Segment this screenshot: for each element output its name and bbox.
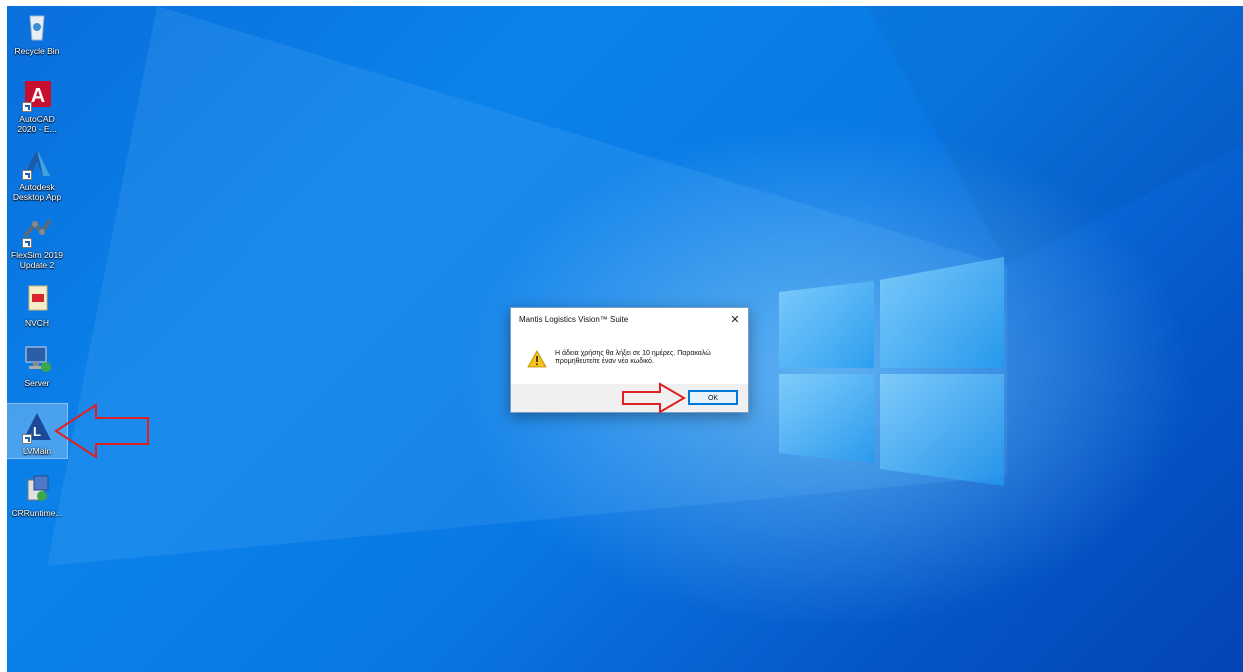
pdf-file-icon [20, 282, 54, 316]
desktop-icon-server[interactable]: Server [7, 342, 67, 388]
recycle-bin-icon [20, 10, 54, 44]
warning-icon [527, 350, 547, 368]
shortcut-arrow-icon [22, 434, 32, 444]
icon-label: LVMain [22, 446, 52, 456]
lvmain-icon: L [20, 410, 54, 444]
dialog-titlebar[interactable]: Mantis Logistics Vision™ Suite ✕ [511, 308, 748, 332]
dialog-message: Η άδεια χρήσης θα λήξει σε 10 ημέρες. Πα… [555, 350, 711, 365]
desktop-icon-flexsim[interactable]: FlexSim 2019 Update 2 [7, 214, 67, 270]
desktop-icon-nvch[interactable]: NVCH [7, 282, 67, 328]
icon-label: FlexSim 2019 Update 2 [11, 250, 63, 270]
autocad-icon: A [20, 78, 54, 112]
icon-label: NVCH [24, 318, 50, 328]
dialog-footer: OK [511, 384, 748, 412]
message-box-dialog: Mantis Logistics Vision™ Suite ✕ Η άδεια… [510, 307, 749, 413]
icon-label: Server [24, 378, 50, 388]
shortcut-arrow-icon [22, 238, 32, 248]
svg-text:A: A [31, 85, 45, 107]
desktop-icon-autocad[interactable]: A AutoCAD 2020 - E... [7, 78, 67, 134]
close-button[interactable]: ✕ [728, 313, 742, 327]
icon-label: Autodesk Desktop App [12, 182, 62, 202]
ok-button[interactable]: OK [688, 390, 738, 405]
icon-label: CRRuntime... [11, 508, 63, 518]
dialog-body: Η άδεια χρήσης θα λήξει σε 10 ημέρες. Πα… [511, 332, 748, 382]
icon-label: AutoCAD 2020 - E... [17, 114, 57, 134]
desktop-icon-crruntime[interactable]: CRRuntime... [7, 472, 67, 518]
shortcut-arrow-icon [22, 170, 32, 180]
dialog-title: Mantis Logistics Vision™ Suite [519, 315, 629, 324]
shortcut-arrow-icon [22, 102, 32, 112]
installer-package-icon [20, 472, 54, 506]
server-computer-icon [20, 342, 54, 376]
desktop-icon-autodesk-desktop-app[interactable]: Autodesk Desktop App [7, 146, 67, 202]
autodesk-desktop-app-icon [20, 146, 54, 180]
desktop-icon-lvmain[interactable]: L LVMain [7, 403, 68, 459]
svg-text:L: L [33, 424, 41, 439]
desktop-icon-recycle-bin[interactable]: Recycle Bin [7, 10, 67, 56]
flexsim-icon [20, 214, 54, 248]
icon-label: Recycle Bin [14, 46, 60, 56]
